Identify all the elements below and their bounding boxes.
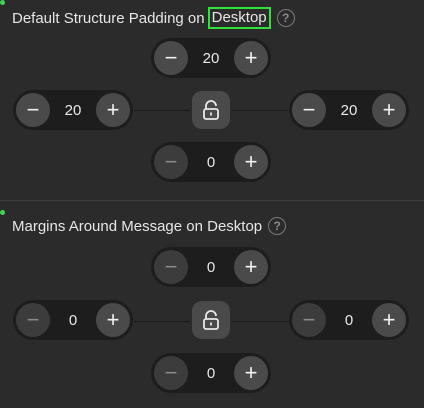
increment-button[interactable]: +: [372, 303, 406, 337]
margin-left-stepper: − 0 +: [13, 300, 133, 340]
stepper-value[interactable]: 20: [53, 102, 93, 119]
decrement-button[interactable]: −: [154, 250, 188, 284]
increment-button[interactable]: +: [234, 41, 268, 75]
increment-button[interactable]: +: [372, 93, 406, 127]
increment-button[interactable]: +: [234, 356, 268, 390]
margin-top-stepper: − 0 +: [151, 247, 271, 287]
stepper-value[interactable]: 0: [191, 154, 231, 171]
increment-button[interactable]: +: [234, 145, 268, 179]
decrement-button[interactable]: −: [292, 303, 326, 337]
connector-line-left: [134, 110, 190, 111]
decrement-button[interactable]: −: [292, 93, 326, 127]
padding-bottom-stepper: − 0 +: [151, 142, 271, 182]
increment-button[interactable]: +: [96, 303, 130, 337]
padding-top-stepper: − 20 +: [151, 38, 271, 78]
increment-button[interactable]: +: [234, 250, 268, 284]
margin-right-stepper: − 0 +: [289, 300, 409, 340]
decrement-button[interactable]: −: [154, 145, 188, 179]
stepper-value[interactable]: 20: [191, 50, 231, 67]
status-dot: [0, 0, 5, 5]
stepper-value[interactable]: 20: [329, 102, 369, 119]
connector-line-left: [134, 321, 190, 322]
structure-padding-section: Default Structure Padding on Desktop ? −…: [0, 0, 424, 200]
decrement-button[interactable]: −: [16, 93, 50, 127]
padding-left-stepper: − 20 +: [13, 90, 133, 130]
section-title-highlight: Desktop: [207, 7, 271, 29]
unlock-icon[interactable]: [192, 91, 230, 129]
question-circle-icon[interactable]: ?: [268, 217, 287, 235]
increment-button[interactable]: +: [96, 93, 130, 127]
stepper-value[interactable]: 0: [329, 312, 369, 329]
decrement-button[interactable]: −: [16, 303, 50, 337]
section-title-text: Margins Around Message on Desktop: [12, 217, 263, 235]
margin-bottom-stepper: − 0 +: [151, 353, 271, 393]
stepper-value[interactable]: 0: [53, 312, 93, 329]
stepper-value[interactable]: 0: [191, 365, 231, 382]
section-title-text: Default Structure Padding on: [12, 9, 205, 27]
decrement-button[interactable]: −: [154, 356, 188, 390]
unlock-icon[interactable]: [192, 301, 230, 339]
question-circle-icon[interactable]: ?: [276, 9, 295, 27]
section-title: Default Structure Padding on Desktop ?: [12, 6, 295, 30]
message-margins-section: Margins Around Message on Desktop ? − 0 …: [0, 201, 424, 408]
section-title: Margins Around Message on Desktop ?: [12, 214, 287, 238]
padding-right-stepper: − 20 +: [289, 90, 409, 130]
connector-line-right: [232, 321, 288, 322]
connector-line-right: [232, 110, 288, 111]
status-dot: [0, 210, 5, 215]
decrement-button[interactable]: −: [154, 41, 188, 75]
stepper-value[interactable]: 0: [191, 259, 231, 276]
